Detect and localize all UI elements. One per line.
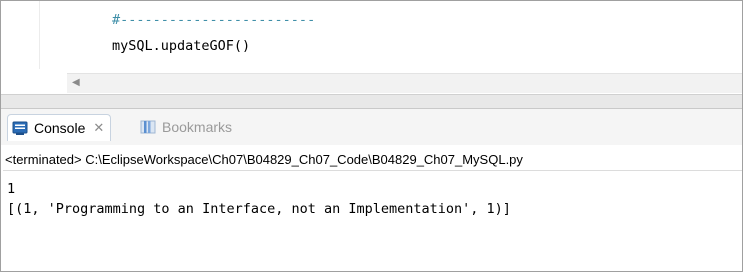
bookmarks-icon bbox=[140, 119, 156, 135]
close-icon[interactable]: ✕ bbox=[93, 121, 104, 135]
horizontal-scrollbar[interactable]: ◀ bbox=[67, 73, 742, 93]
editor-line-code: mySQL.updateGOF() bbox=[112, 38, 251, 54]
tab-bookmarks[interactable]: Bookmarks bbox=[140, 114, 232, 140]
console-output-line: 1 bbox=[7, 181, 16, 197]
code-editor[interactable]: #------------------------ mySQL.updateGO… bbox=[1, 1, 742, 69]
tab-console-label: Console bbox=[34, 120, 86, 136]
scroll-left-icon[interactable]: ◀ bbox=[72, 76, 80, 90]
status-divider bbox=[3, 170, 742, 171]
console-output-area[interactable]: <terminated> C:\EclipseWorkspace\Ch07\B0… bbox=[1, 145, 742, 271]
console-status: <terminated> C:\EclipseWorkspace\Ch07\B0… bbox=[5, 152, 523, 167]
view-tab-bar: Console ✕ Bookmarks bbox=[1, 109, 742, 145]
editor-gutter bbox=[1, 1, 40, 69]
gutter-spacer bbox=[1, 69, 67, 93]
tab-bookmarks-label: Bookmarks bbox=[162, 119, 233, 135]
console-output-line: [(1, 'Programming to an Interface, not a… bbox=[7, 201, 511, 217]
console-icon bbox=[12, 120, 28, 136]
tab-console[interactable]: Console ✕ bbox=[7, 114, 112, 141]
pane-sash[interactable] bbox=[1, 94, 742, 109]
ide-window: #------------------------ mySQL.updateGO… bbox=[0, 0, 743, 272]
editor-line-comment: #------------------------ bbox=[112, 12, 316, 28]
